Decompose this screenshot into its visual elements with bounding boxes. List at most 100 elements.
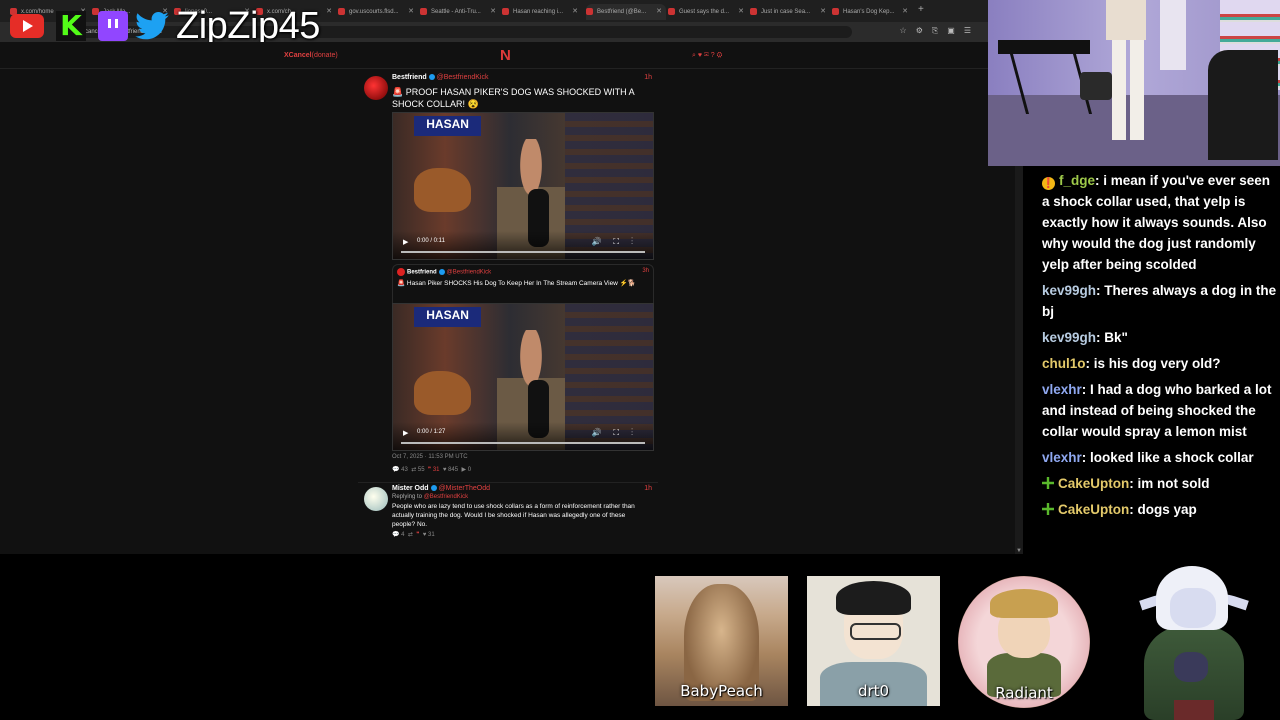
chat-message: ❗ f_dge: i mean if you've ever seen a sho… bbox=[1042, 170, 1278, 275]
elf-boots bbox=[1174, 700, 1214, 720]
like-icon[interactable]: ♥ bbox=[443, 467, 447, 473]
tab-label: gov.uscourts.flsd... bbox=[349, 9, 399, 15]
cam-person bbox=[1106, 0, 1146, 40]
like-icon[interactable]: ♥ bbox=[423, 532, 427, 538]
tab-label: Just in case Sea... bbox=[761, 9, 811, 15]
browser-tab[interactable]: Seattle - Anti-Tru... ✕ bbox=[420, 4, 500, 20]
like-count: 845 bbox=[448, 467, 459, 473]
video-player[interactable]: HASAN ▶ 0:00 / 1:27 🔊⛶⋮ bbox=[392, 303, 654, 451]
dog-figure bbox=[413, 168, 471, 213]
video-control-icons[interactable]: 🔊⛶⋮ bbox=[591, 428, 645, 438]
replying-to: Replying to @BestfriendKick bbox=[392, 494, 469, 500]
quote-icon[interactable]: ❞ bbox=[428, 467, 431, 473]
close-tab-icon[interactable]: ✕ bbox=[490, 4, 496, 20]
tweet-date[interactable]: Oct 7, 2025 · 11:53 PM UTC bbox=[392, 454, 468, 460]
chat-text: : im not sold bbox=[1129, 476, 1210, 491]
site-nav: XCancel(donate) N ⌕ ♥ ✉ ? ⚙ bbox=[0, 42, 1023, 69]
replying-to-handle[interactable]: @BestfriendKick bbox=[424, 494, 468, 500]
chat-username[interactable]: f_dge bbox=[1059, 173, 1095, 188]
author-handle[interactable]: @MisterTheOdd bbox=[439, 485, 490, 492]
tweet-header: Mister Odd @MisterTheOdd bbox=[392, 485, 490, 492]
browser-tab[interactable]: Guest says the d... ✕ bbox=[668, 4, 748, 20]
chat-username[interactable]: CakeUpton bbox=[1058, 476, 1129, 491]
site-brand[interactable]: XCancel(donate) bbox=[284, 52, 338, 59]
tweet-stats: 💬 43 ⇄ 55 ❞ 31 ♥ 845 ▶ 0 bbox=[392, 466, 471, 473]
video-controls: ▶ 0:00 / 0:11 🔊⛶⋮ bbox=[393, 231, 653, 259]
friend-avatar: Radiant bbox=[958, 576, 1090, 708]
author-handle[interactable]: @BestfriendKick bbox=[437, 74, 489, 81]
browser-tab[interactable]: Hasan's Dog Kep... ✕ bbox=[832, 4, 912, 20]
video-progress-bar[interactable] bbox=[401, 442, 645, 444]
close-tab-icon[interactable]: ✕ bbox=[656, 4, 662, 20]
twitch-icon bbox=[98, 11, 128, 41]
subscriber-badge-icon bbox=[1042, 503, 1054, 515]
quote-icon[interactable]: ❞ bbox=[416, 532, 419, 538]
xcancel-page: XCancel(donate) N ⌕ ♥ ✉ ? ⚙ Bestfriend @B… bbox=[0, 42, 1023, 554]
browser-tab[interactable]: Hasan reaching i... ✕ bbox=[502, 4, 582, 20]
views-icon[interactable]: ▶ bbox=[461, 467, 466, 473]
author-name[interactable]: Mister Odd bbox=[392, 485, 429, 492]
stream-chat: ❗ f_dge: i mean if you've ever seen a sho… bbox=[1042, 170, 1278, 525]
avatar[interactable] bbox=[364, 487, 388, 511]
browser-tab-active[interactable]: Bestfriend (@Be... ✕ bbox=[586, 4, 666, 20]
avatar[interactable] bbox=[364, 76, 388, 100]
retweet-icon[interactable]: ⇄ bbox=[408, 532, 413, 538]
scroll-down-icon[interactable]: ▼ bbox=[1016, 548, 1022, 554]
tweet-feed: Bestfriend @BestfriendKick 1h 🚨 PROOF HAS… bbox=[358, 72, 658, 554]
chat-username[interactable]: chul1o bbox=[1042, 356, 1086, 371]
browser-tab[interactable]: Just in case Sea... ✕ bbox=[750, 4, 830, 20]
video-time: 0:00 / 1:27 bbox=[417, 429, 446, 435]
avatar-glasses bbox=[849, 622, 902, 640]
quoted-tweet[interactable]: Bestfriend @BestfriendKick 3h 🚨 Hasan Pik… bbox=[392, 264, 654, 451]
dog-figure bbox=[413, 371, 471, 415]
cam-bag bbox=[1080, 72, 1112, 100]
elf-face bbox=[1170, 588, 1216, 628]
tweet-time: 3h bbox=[642, 268, 649, 274]
chat-message: kev99gh: Bk" bbox=[1042, 327, 1278, 348]
close-tab-icon[interactable]: ✕ bbox=[326, 4, 332, 20]
close-tab-icon[interactable]: ✕ bbox=[408, 4, 414, 20]
cam-keyboard bbox=[998, 40, 1090, 54]
play-icon[interactable]: ▶ bbox=[403, 238, 408, 246]
browser-tab[interactable]: gov.uscourts.flsd... ✕ bbox=[338, 4, 418, 20]
verified-icon bbox=[428, 74, 435, 81]
tweet-time[interactable]: 1h bbox=[644, 74, 652, 81]
kick-icon: K bbox=[56, 11, 86, 41]
chat-username[interactable]: vlexhr bbox=[1042, 382, 1082, 397]
friend-label: BabyPeach bbox=[680, 682, 763, 700]
site-logo[interactable]: N bbox=[500, 47, 511, 64]
comment-icon[interactable]: 💬 bbox=[392, 532, 399, 538]
chat-username[interactable]: vlexhr bbox=[1042, 450, 1082, 465]
comment-count: 4 bbox=[401, 532, 405, 538]
nav-icons[interactable]: ⌕ ♥ ✉ ? ⚙ bbox=[692, 52, 722, 60]
video-sign: HASAN bbox=[413, 115, 482, 137]
chat-username[interactable]: kev99gh bbox=[1042, 283, 1096, 298]
video-player[interactable]: HASAN ▶ 0:00 / 0:11 🔊⛶⋮ bbox=[392, 112, 654, 260]
tab-label: Bestfriend (@Be... bbox=[597, 9, 647, 15]
browser-toolbar-icons[interactable]: ☆⚙⎘▣☰ bbox=[900, 26, 980, 36]
play-icon[interactable]: ▶ bbox=[403, 429, 408, 437]
tab-label: Hasan's Dog Kep... bbox=[843, 9, 895, 15]
chat-username[interactable]: CakeUpton bbox=[1058, 502, 1129, 517]
close-tab-icon[interactable]: ✕ bbox=[738, 4, 744, 20]
tab-favicon-icon bbox=[338, 7, 345, 15]
comment-icon[interactable]: 💬 bbox=[392, 467, 399, 473]
retweet-icon[interactable]: ⇄ bbox=[411, 467, 416, 473]
donate-link[interactable]: (donate) bbox=[312, 52, 338, 59]
chat-text: : is his dog very old? bbox=[1085, 356, 1221, 371]
video-progress-bar[interactable] bbox=[401, 251, 645, 253]
new-tab-icon[interactable]: + bbox=[918, 4, 924, 15]
tab-favicon-icon bbox=[502, 7, 509, 15]
close-tab-icon[interactable]: ✕ bbox=[902, 4, 908, 20]
tab-favicon-icon bbox=[668, 7, 675, 15]
retweet-count: 55 bbox=[417, 467, 425, 473]
chat-message: CakeUpton: im not sold bbox=[1042, 473, 1278, 494]
tweet-time[interactable]: 1h bbox=[644, 485, 652, 492]
video-control-icons[interactable]: 🔊⛶⋮ bbox=[591, 237, 645, 247]
avatar-hair bbox=[989, 589, 1059, 619]
close-tab-icon[interactable]: ✕ bbox=[572, 4, 578, 20]
chat-username[interactable]: kev99gh bbox=[1042, 330, 1096, 345]
friend-avatar: drt0 bbox=[807, 576, 940, 706]
author-name[interactable]: Bestfriend bbox=[392, 74, 427, 81]
close-tab-icon[interactable]: ✕ bbox=[820, 4, 826, 20]
